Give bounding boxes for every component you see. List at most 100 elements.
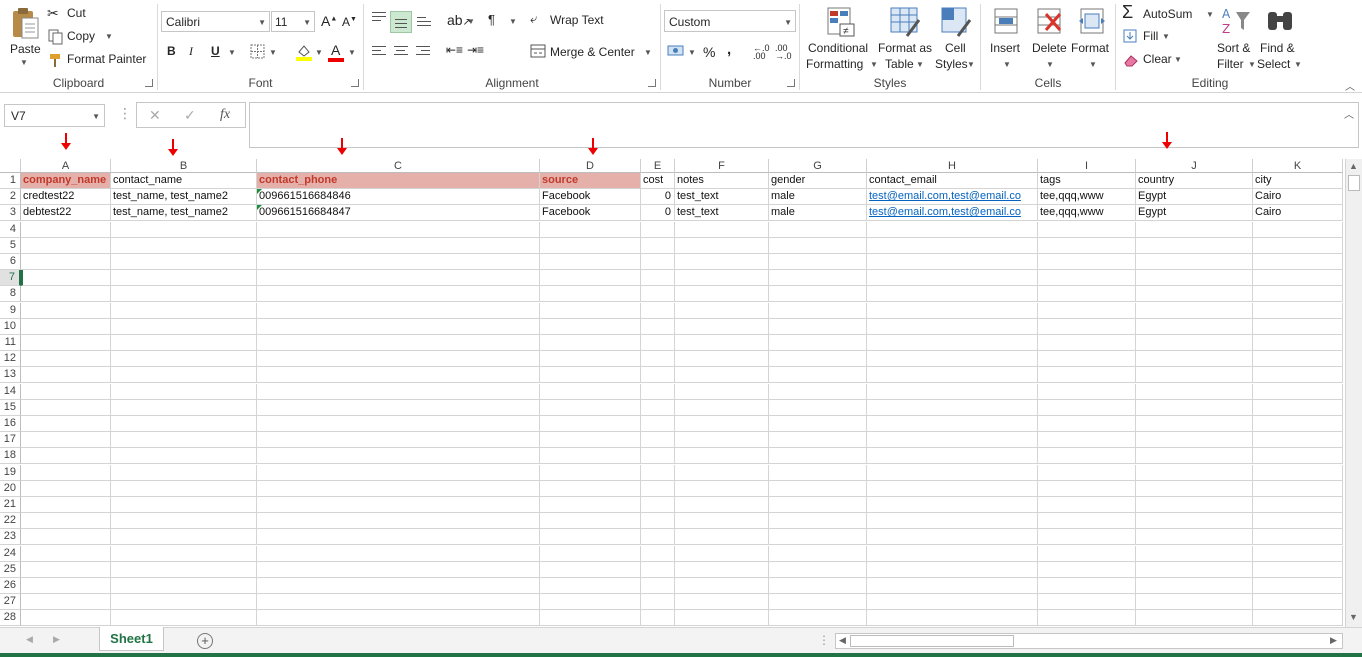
table-cell[interactable]: credtest22 bbox=[21, 189, 111, 206]
empty-cell[interactable] bbox=[769, 318, 867, 335]
empty-cell[interactable] bbox=[540, 561, 641, 578]
empty-cell[interactable] bbox=[1136, 594, 1253, 611]
empty-cell[interactable] bbox=[675, 318, 769, 335]
column-header-c[interactable]: C bbox=[257, 159, 540, 173]
empty-cell[interactable] bbox=[1253, 335, 1343, 351]
empty-cell[interactable] bbox=[1136, 286, 1253, 303]
empty-cell[interactable] bbox=[675, 221, 769, 238]
empty-cell[interactable] bbox=[1253, 237, 1343, 254]
empty-cell[interactable] bbox=[21, 318, 111, 335]
empty-cell[interactable] bbox=[21, 254, 111, 270]
empty-cell[interactable] bbox=[540, 610, 641, 627]
empty-cell[interactable] bbox=[867, 529, 1038, 546]
empty-cell[interactable] bbox=[540, 578, 641, 594]
merge-center-button[interactable]: Merge & Center ▼ bbox=[530, 43, 656, 61]
empty-cell[interactable] bbox=[1038, 302, 1136, 319]
table-cell[interactable]: Cairo bbox=[1253, 205, 1343, 222]
currency-icon[interactable] bbox=[667, 43, 685, 59]
clear-button[interactable]: Clear ▼ bbox=[1122, 51, 1192, 69]
empty-cell[interactable] bbox=[540, 480, 641, 497]
empty-cell[interactable] bbox=[111, 513, 257, 530]
empty-cell[interactable] bbox=[641, 270, 675, 287]
empty-cell[interactable] bbox=[769, 448, 867, 465]
empty-cell[interactable] bbox=[1253, 561, 1343, 578]
autosum-button[interactable]: Σ AutoSum ▼ bbox=[1122, 2, 1214, 24]
empty-cell[interactable] bbox=[1038, 578, 1136, 594]
empty-cell[interactable] bbox=[1253, 432, 1343, 449]
top-align-icon[interactable] bbox=[372, 9, 386, 24]
empty-cell[interactable] bbox=[1253, 254, 1343, 270]
empty-cell[interactable] bbox=[641, 561, 675, 578]
empty-cell[interactable] bbox=[641, 610, 675, 627]
empty-cell[interactable] bbox=[1136, 399, 1253, 416]
empty-cell[interactable] bbox=[540, 302, 641, 319]
empty-cell[interactable] bbox=[769, 529, 867, 546]
empty-cell[interactable] bbox=[867, 513, 1038, 530]
empty-cell[interactable] bbox=[1253, 529, 1343, 546]
empty-cell[interactable] bbox=[1038, 432, 1136, 449]
row-header-16[interactable]: 16 bbox=[0, 416, 21, 432]
align-right-icon[interactable] bbox=[416, 43, 430, 58]
empty-cell[interactable] bbox=[641, 529, 675, 546]
empty-cell[interactable] bbox=[1136, 318, 1253, 335]
empty-cell[interactable] bbox=[257, 480, 540, 497]
empty-cell[interactable] bbox=[257, 318, 540, 335]
empty-cell[interactable] bbox=[1136, 221, 1253, 238]
empty-cell[interactable] bbox=[675, 237, 769, 254]
expand-formula-icon[interactable]: ︿ bbox=[1344, 106, 1354, 121]
table-cell[interactable]: male bbox=[769, 205, 867, 222]
empty-cell[interactable] bbox=[540, 399, 641, 416]
row-header-2[interactable]: 2 bbox=[0, 189, 21, 206]
empty-cell[interactable] bbox=[1136, 497, 1253, 513]
empty-cell[interactable] bbox=[111, 545, 257, 562]
empty-cell[interactable] bbox=[641, 594, 675, 611]
empty-cell[interactable] bbox=[641, 221, 675, 238]
empty-cell[interactable] bbox=[641, 545, 675, 562]
empty-cell[interactable] bbox=[675, 254, 769, 270]
header-cell[interactable]: contact_phone bbox=[257, 173, 540, 189]
italic-button[interactable]: I bbox=[189, 44, 193, 59]
empty-cell[interactable] bbox=[1253, 367, 1343, 384]
empty-cell[interactable] bbox=[1038, 335, 1136, 351]
empty-cell[interactable] bbox=[675, 270, 769, 287]
empty-cell[interactable] bbox=[257, 383, 540, 400]
row-header-9[interactable]: 9 bbox=[0, 302, 21, 319]
number-format-select[interactable]: Custom ▼ bbox=[664, 10, 796, 32]
sort-filter-button[interactable]: AZ Sort & Filter ▼ bbox=[1214, 4, 1256, 72]
empty-cell[interactable] bbox=[1253, 221, 1343, 238]
empty-cell[interactable] bbox=[675, 578, 769, 594]
empty-cell[interactable] bbox=[21, 221, 111, 238]
empty-cell[interactable] bbox=[769, 432, 867, 449]
empty-cell[interactable] bbox=[1253, 286, 1343, 303]
empty-cell[interactable] bbox=[111, 497, 257, 513]
empty-cell[interactable] bbox=[1038, 399, 1136, 416]
table-cell[interactable]: 009661516684846 bbox=[257, 189, 540, 206]
empty-cell[interactable] bbox=[867, 383, 1038, 400]
empty-cell[interactable] bbox=[769, 416, 867, 432]
empty-cell[interactable] bbox=[867, 335, 1038, 351]
scroll-up-icon[interactable]: ▲ bbox=[1349, 161, 1358, 171]
empty-cell[interactable] bbox=[1038, 237, 1136, 254]
empty-cell[interactable] bbox=[769, 270, 867, 287]
empty-cell[interactable] bbox=[111, 416, 257, 432]
empty-cell[interactable] bbox=[1038, 480, 1136, 497]
table-cell[interactable]: Egypt bbox=[1136, 205, 1253, 222]
empty-cell[interactable] bbox=[540, 545, 641, 562]
empty-cell[interactable] bbox=[1136, 610, 1253, 627]
header-cell[interactable]: source bbox=[540, 173, 641, 189]
row-header-26[interactable]: 26 bbox=[0, 578, 21, 594]
empty-cell[interactable] bbox=[1136, 383, 1253, 400]
clipboard-launcher-icon[interactable] bbox=[145, 79, 153, 87]
empty-cell[interactable] bbox=[867, 594, 1038, 611]
header-cell[interactable]: contact_name bbox=[111, 173, 257, 189]
empty-cell[interactable] bbox=[1038, 561, 1136, 578]
empty-cell[interactable] bbox=[1038, 416, 1136, 432]
table-cell[interactable]: test_name, test_name2 bbox=[111, 205, 257, 222]
empty-cell[interactable] bbox=[257, 221, 540, 238]
empty-cell[interactable] bbox=[111, 335, 257, 351]
empty-cell[interactable] bbox=[257, 367, 540, 384]
empty-cell[interactable] bbox=[540, 351, 641, 368]
formula-input[interactable]: ︿ bbox=[249, 102, 1359, 148]
empty-cell[interactable] bbox=[1038, 367, 1136, 384]
fill-color-icon[interactable] bbox=[295, 43, 313, 61]
